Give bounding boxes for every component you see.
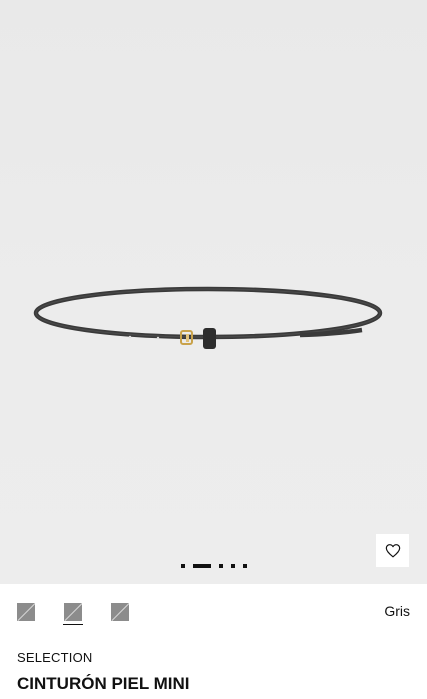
carousel-dot[interactable] bbox=[180, 564, 185, 568]
carousel-dot-active[interactable] bbox=[192, 564, 211, 568]
wishlist-button[interactable] bbox=[376, 534, 409, 567]
carousel-dot[interactable] bbox=[242, 564, 247, 568]
selected-color-name: Gris bbox=[384, 603, 410, 619]
selected-swatch-underline bbox=[63, 624, 83, 625]
color-selector: Gris bbox=[0, 584, 427, 638]
carousel-indicator[interactable] bbox=[0, 562, 427, 570]
collection-label: SELECTION bbox=[17, 650, 93, 665]
product-title: CINTURÓN PIEL MINI bbox=[17, 674, 190, 693]
belt-image bbox=[33, 286, 383, 349]
color-swatch-2-selected[interactable] bbox=[64, 603, 82, 621]
product-image[interactable] bbox=[0, 0, 427, 584]
color-swatch-1[interactable] bbox=[17, 603, 35, 621]
carousel-dot[interactable] bbox=[230, 564, 235, 568]
color-swatch-3[interactable] bbox=[111, 603, 129, 621]
heart-outline-icon bbox=[385, 544, 400, 558]
carousel-dot[interactable] bbox=[218, 564, 223, 568]
